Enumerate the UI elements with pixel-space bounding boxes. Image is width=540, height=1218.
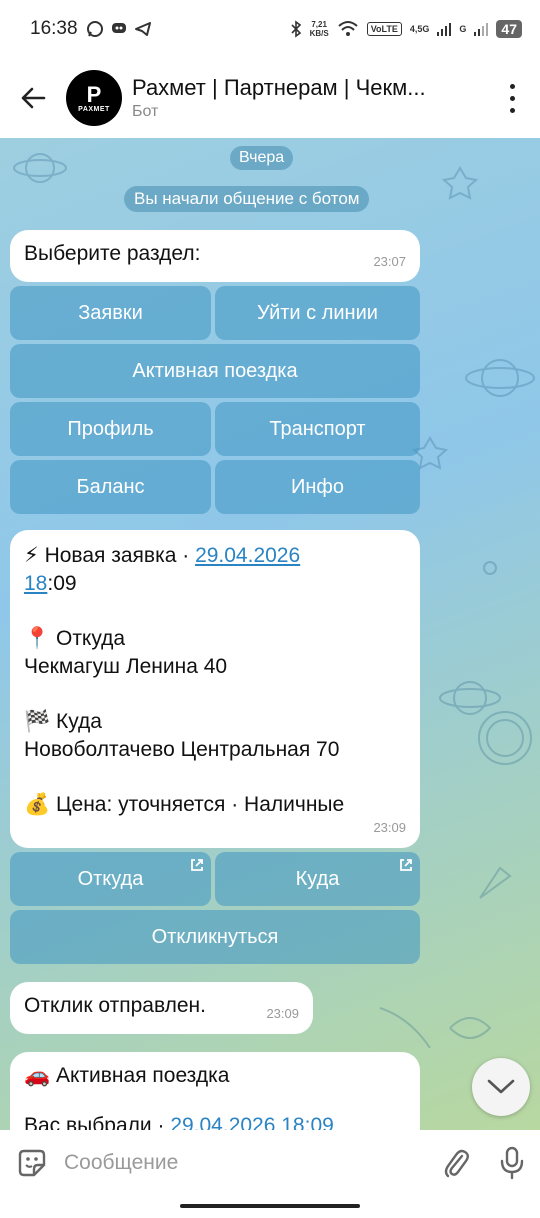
message-input-bar [0, 1130, 540, 1196]
kb-button-profile[interactable]: Профиль [10, 402, 211, 456]
kb-button-info[interactable]: Инфо [215, 460, 420, 514]
whatsapp-icon [86, 21, 103, 37]
battery-indicator: 47 [496, 20, 522, 38]
message-bubble-new-request[interactable]: ⚡ Новая заявка · 29.04.2026 18:09 📍 Отку… [10, 530, 420, 848]
home-gesture-handle[interactable] [180, 1204, 360, 1208]
message-time: 23:07 [373, 254, 406, 269]
message-bubble[interactable]: Отклик отправлен. 23:09 [10, 982, 313, 1034]
status-bar: 16:38 7,21 KB/S VoLTE 4,5G G 47 [0, 0, 540, 58]
network-type-1: 4,5G [409, 24, 430, 34]
request-header-line: ⚡ Новая заявка · 29.04.2026 [24, 544, 301, 567]
message-bubble[interactable]: Выберите раздел: 23:07 [10, 230, 420, 282]
back-button[interactable] [0, 58, 66, 138]
volte-badge: VoLTE [366, 22, 402, 36]
kb-button-respond[interactable]: Откликнуться [10, 910, 420, 964]
kb-button-balance[interactable]: Баланс [10, 460, 211, 514]
date-link[interactable]: 29.04.2026 [195, 544, 300, 567]
from-value: Чекмагуш Ленина 40 [24, 655, 228, 678]
avatar[interactable]: P PAXMET [66, 70, 122, 126]
message-text: Выберите раздел: [24, 242, 201, 265]
external-link-icon [400, 859, 412, 871]
net-speed: 7,21 KB/S [309, 20, 329, 38]
kb-button-from[interactable]: Откуда [10, 852, 211, 906]
date-separator: Вчера [230, 146, 294, 170]
status-time: 16:38 [30, 18, 78, 39]
to-label: 🏁 Куда [24, 710, 102, 733]
to-value: Новоболтачево Центральная 70 [24, 738, 340, 761]
telegram-icon [134, 22, 151, 36]
sticker-button[interactable] [0, 1130, 64, 1196]
active-trip-title: 🚗 Активная поездка [24, 1064, 230, 1087]
chat-app-icon [111, 23, 126, 33]
avatar-logo-text: PAXMET [78, 105, 110, 113]
message-input[interactable] [64, 1151, 428, 1175]
message-bubble-active-trip[interactable]: 🚗 Активная поездка Вас выбрали · 29.04.2… [10, 1052, 420, 1130]
more-menu-button[interactable] [504, 80, 520, 116]
chat-header: P PAXMET Рахмет | Партнерам | Чекм... Бо… [0, 58, 540, 138]
signal-icon [437, 23, 452, 36]
message-time: 23:09 [266, 1006, 299, 1021]
chevron-down-icon [487, 1079, 515, 1094]
service-message: Вы начали общение с ботом [124, 186, 370, 212]
kb-button-go-offline[interactable]: Уйти с линии [215, 286, 420, 340]
price-line: 💰 Цена: уточняется · Наличные [24, 793, 345, 816]
attach-button[interactable] [428, 1130, 484, 1196]
active-trip-partial-line: Вас выбрали · 29.04.2026 18:09 [24, 1112, 406, 1130]
paperclip-icon [444, 1149, 469, 1178]
kb-button-transport[interactable]: Транспорт [215, 402, 420, 456]
wifi-icon [338, 21, 358, 36]
microphone-button[interactable] [484, 1130, 540, 1196]
from-label: 📍 Откуда [24, 627, 126, 650]
time-link[interactable]: 18 [24, 572, 47, 595]
chat-subtitle: Бот [132, 103, 159, 120]
chat-title-block[interactable]: Рахмет | Партнерам | Чекм... Бот [132, 75, 477, 121]
message-text: Отклик отправлен. [24, 994, 206, 1017]
network-type-2: G [459, 24, 467, 34]
signal-icon-2 [474, 23, 489, 36]
scroll-down-button[interactable] [472, 1058, 530, 1116]
external-link-icon [191, 859, 203, 871]
message-time: 23:09 [373, 820, 406, 835]
avatar-logo-letter: P [86, 81, 102, 107]
dot-icon [509, 83, 515, 89]
microphone-icon [500, 1146, 524, 1180]
chat-title: Рахмет | Партнерам | Чекм... [132, 75, 426, 100]
sticker-icon [18, 1149, 46, 1177]
bluetooth-icon [291, 20, 301, 38]
chat-area[interactable]: Вчера Вы начали общение с ботом Выберите… [0, 138, 540, 1130]
arrow-left-icon [21, 87, 46, 109]
system-nav-bar [0, 1196, 540, 1218]
date-link[interactable]: 29.04.2026 18:09 [170, 1114, 334, 1130]
kb-button-requests[interactable]: Заявки [10, 286, 211, 340]
kb-button-to[interactable]: Куда [215, 852, 420, 906]
kb-button-active-trip[interactable]: Активная поездка [10, 344, 420, 398]
